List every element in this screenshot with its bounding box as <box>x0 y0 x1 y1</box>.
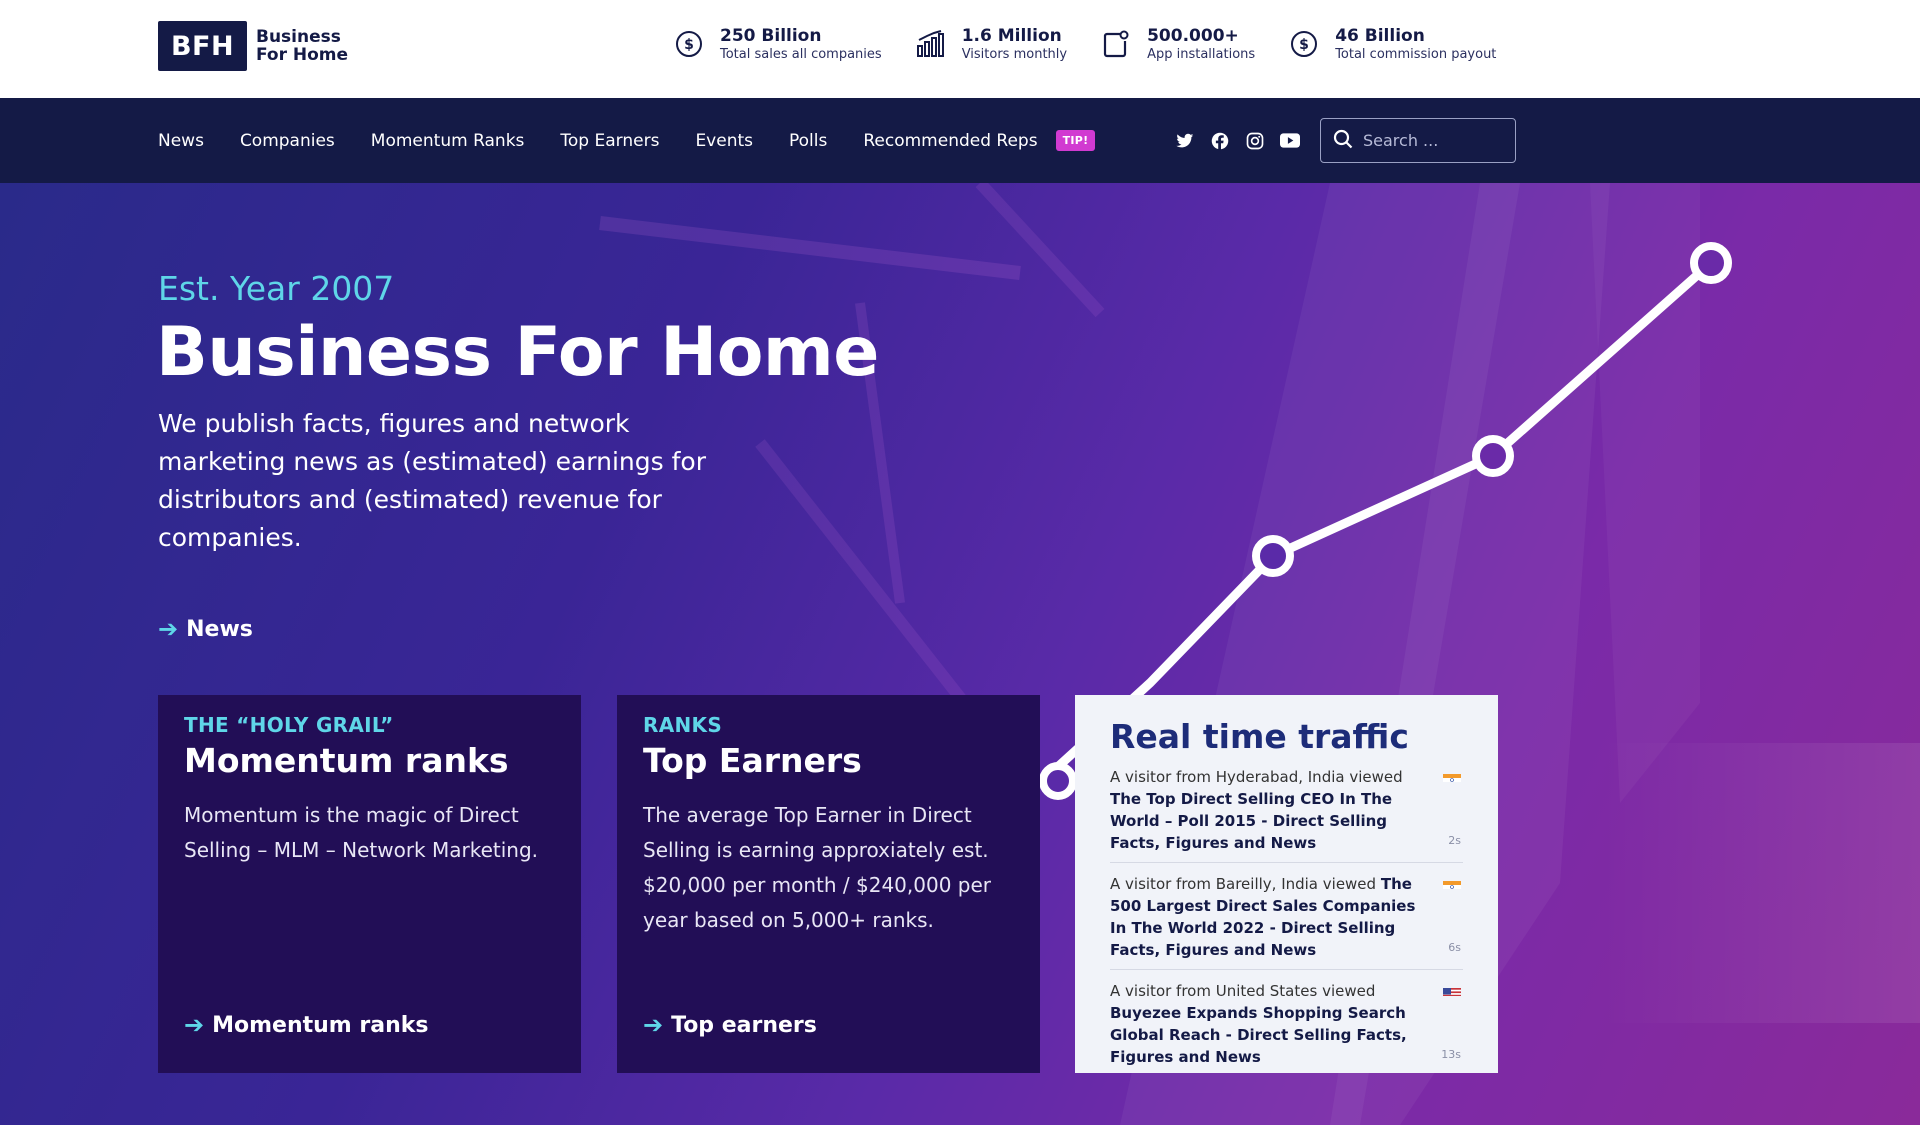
hero-established: Est. Year 2007 <box>158 269 395 308</box>
traffic-item-prefix: A visitor from Bareilly, India viewed <box>1110 875 1377 893</box>
card-kicker: THE “HOLY GRAIL” <box>184 713 394 737</box>
logo-line-2: For Home <box>256 45 349 65</box>
traffic-item: A visitor from Hyderabad, India viewed T… <box>1110 756 1463 863</box>
hero-news-link[interactable]: ➔ News <box>158 615 253 643</box>
main-nav: News Companies Momentum Ranks Top Earner… <box>0 98 1920 183</box>
stat-label: Total sales all companies <box>720 47 882 62</box>
momentum-ranks-link[interactable]: ➔ Momentum ranks <box>184 1011 428 1039</box>
usa-flag-icon <box>1443 984 1461 996</box>
stats-bar: $ 250 Billion Total sales all companies … <box>674 25 1530 63</box>
top-earners-card: RANKS Top Earners The average Top Earner… <box>617 695 1040 1073</box>
traffic-title: Real time traffic <box>1110 717 1409 756</box>
svg-text:$: $ <box>1299 37 1309 53</box>
nav-item-companies[interactable]: Companies <box>240 131 335 151</box>
search-icon <box>1333 129 1353 153</box>
traffic-item-age: 2s <box>1448 834 1461 847</box>
card-text: Momentum is the magic of Direct Selling … <box>184 803 539 862</box>
search-input[interactable] <box>1363 131 1503 150</box>
stat-label: Total commission payout <box>1335 47 1497 62</box>
stat-value: 1.6 Million <box>961 26 1062 46</box>
india-flag-icon <box>1443 770 1461 782</box>
stat-commission: $ 46 Billion Total commission payout <box>1289 25 1496 63</box>
nav-item-recommended-reps[interactable]: Recommended Reps <box>863 131 1037 151</box>
traffic-item-prefix: A visitor from Hyderabad, India viewed <box>1110 768 1403 786</box>
card-kicker: RANKS <box>643 713 723 737</box>
site-logo[interactable]: BFH Business For Home <box>158 21 348 71</box>
nav-item-polls[interactable]: Polls <box>789 131 827 151</box>
bar-chart-icon <box>916 29 946 59</box>
top-earners-link[interactable]: ➔ Top earners <box>643 1011 817 1039</box>
stat-value: 500.000+ <box>1147 26 1239 46</box>
nav-item-top-earners[interactable]: Top Earners <box>560 131 659 151</box>
card-link-label: Momentum ranks <box>212 1012 429 1038</box>
dollar-circle-icon: $ <box>1289 29 1319 59</box>
stat-value: 46 Billion <box>1335 26 1425 46</box>
real-time-traffic-panel: Real time traffic A visitor from Hyderab… <box>1075 695 1498 1073</box>
logo-mark: BFH <box>158 21 247 71</box>
hero-news-link-label: News <box>186 616 253 642</box>
facebook-icon[interactable] <box>1210 131 1230 151</box>
search-box <box>1320 118 1516 163</box>
nav-item-momentum-ranks[interactable]: Momentum Ranks <box>371 131 525 151</box>
stat-total-sales: $ 250 Billion Total sales all companies <box>674 25 882 63</box>
traffic-item: A visitor from United States viewed Buye… <box>1110 970 1463 1076</box>
nav-item-events[interactable]: Events <box>695 131 753 151</box>
stat-value: 250 Billion <box>720 26 822 46</box>
india-flag-icon <box>1443 877 1461 889</box>
nav-item-news[interactable]: News <box>158 131 204 151</box>
hero-description: We publish facts, figures and network ma… <box>158 409 706 552</box>
tip-badge: TIP! <box>1055 130 1096 151</box>
page-bottom-strip <box>0 1125 1920 1133</box>
app-install-icon <box>1101 29 1131 59</box>
card-link-label: Top earners <box>671 1012 817 1038</box>
hero-section: Est. Year 2007 Business For Home We publ… <box>0 183 1920 1125</box>
nav-menu: News Companies Momentum Ranks Top Earner… <box>158 98 1096 183</box>
dollar-circle-icon: $ <box>674 29 704 59</box>
stat-label: App installations <box>1147 47 1256 62</box>
top-header: BFH Business For Home $ 250 Billion Tota… <box>0 0 1920 98</box>
twitter-icon[interactable] <box>1175 131 1195 151</box>
logo-line-1: Business <box>256 27 341 47</box>
traffic-item-title[interactable]: Buyezee Expands Shopping Search Global R… <box>1110 1004 1407 1066</box>
youtube-icon[interactable] <box>1280 131 1300 151</box>
instagram-icon[interactable] <box>1245 131 1265 151</box>
logo-text: Business For Home <box>256 28 348 64</box>
card-text: The average Top Earner in Direct Selling… <box>643 803 992 932</box>
traffic-item-prefix: A visitor from United States viewed <box>1110 982 1376 1000</box>
stat-app-installs: 500.000+ App installations <box>1101 25 1255 63</box>
stat-visitors: 1.6 Million Visitors monthly <box>916 25 1067 63</box>
arrow-right-icon: ➔ <box>643 1011 664 1039</box>
social-links <box>1175 98 1315 183</box>
traffic-item-age: 6s <box>1448 941 1461 954</box>
hero-title: Business For Home <box>156 313 879 392</box>
svg-text:$: $ <box>684 37 694 53</box>
card-title: Momentum ranks <box>184 741 509 780</box>
card-title: Top Earners <box>643 741 862 780</box>
traffic-item: A visitor from Bareilly, India viewed Th… <box>1110 863 1463 970</box>
traffic-item-age: 13s <box>1441 1048 1461 1061</box>
arrow-right-icon: ➔ <box>158 615 179 643</box>
arrow-right-icon: ➔ <box>184 1011 205 1039</box>
momentum-ranks-card: THE “HOLY GRAIL” Momentum ranks Momentum… <box>158 695 581 1073</box>
traffic-item-title[interactable]: The Top Direct Selling CEO In The World … <box>1110 790 1392 852</box>
stat-label: Visitors monthly <box>961 47 1068 62</box>
